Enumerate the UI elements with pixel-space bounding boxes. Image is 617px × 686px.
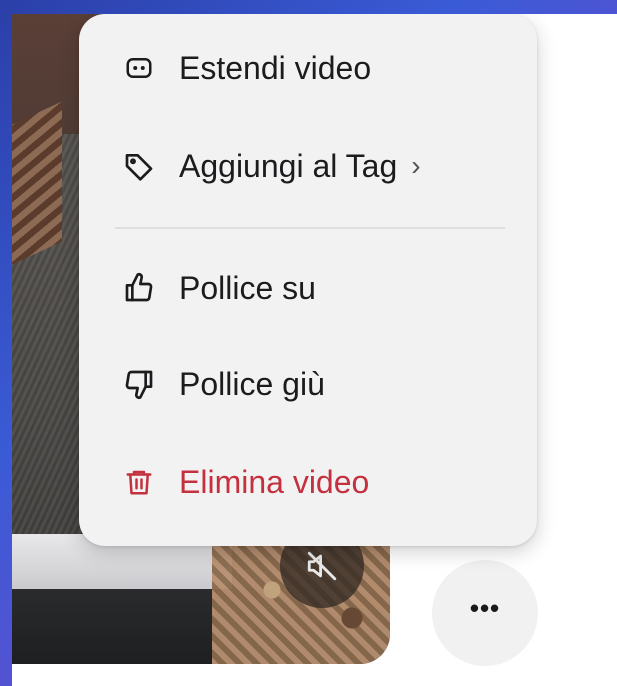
tag-icon (121, 148, 157, 184)
thumbs-up-icon (121, 270, 157, 306)
menu-item-thumbs-down[interactable]: Pollice giù (79, 336, 537, 432)
muted-speaker-icon (307, 551, 337, 581)
menu-item-label: Pollice giù (179, 365, 325, 402)
chevron-right-icon: › (411, 150, 421, 181)
trash-icon (121, 464, 157, 500)
menu-item-label: Estendi video (179, 49, 372, 86)
thumbs-down-icon (121, 366, 157, 402)
menu-item-label: Aggiungi al Tag (179, 147, 398, 184)
extend-video-icon (121, 50, 157, 86)
video-content-collar (12, 101, 62, 274)
menu-item-delete-video[interactable]: Elimina video (79, 434, 537, 530)
more-options-button[interactable]: ••• (432, 560, 538, 666)
menu-item-extend-video[interactable]: Estendi video (79, 20, 537, 116)
menu-item-add-to-tag[interactable]: Aggiungi al Tag › (79, 118, 537, 214)
menu-item-thumbs-up[interactable]: Pollice su (79, 240, 537, 336)
more-horizontal-icon: ••• (469, 593, 501, 623)
menu-divider (115, 227, 505, 229)
menu-item-label: Pollice su (179, 269, 316, 306)
menu-item-label: Elimina video (179, 463, 370, 500)
app-screen: ••• Estendi video Aggiungi al Tag › Poll… (12, 14, 617, 686)
context-menu: Estendi video Aggiungi al Tag › Pollice … (79, 14, 537, 546)
page-background: ••• Estendi video Aggiungi al Tag › Poll… (12, 14, 617, 686)
